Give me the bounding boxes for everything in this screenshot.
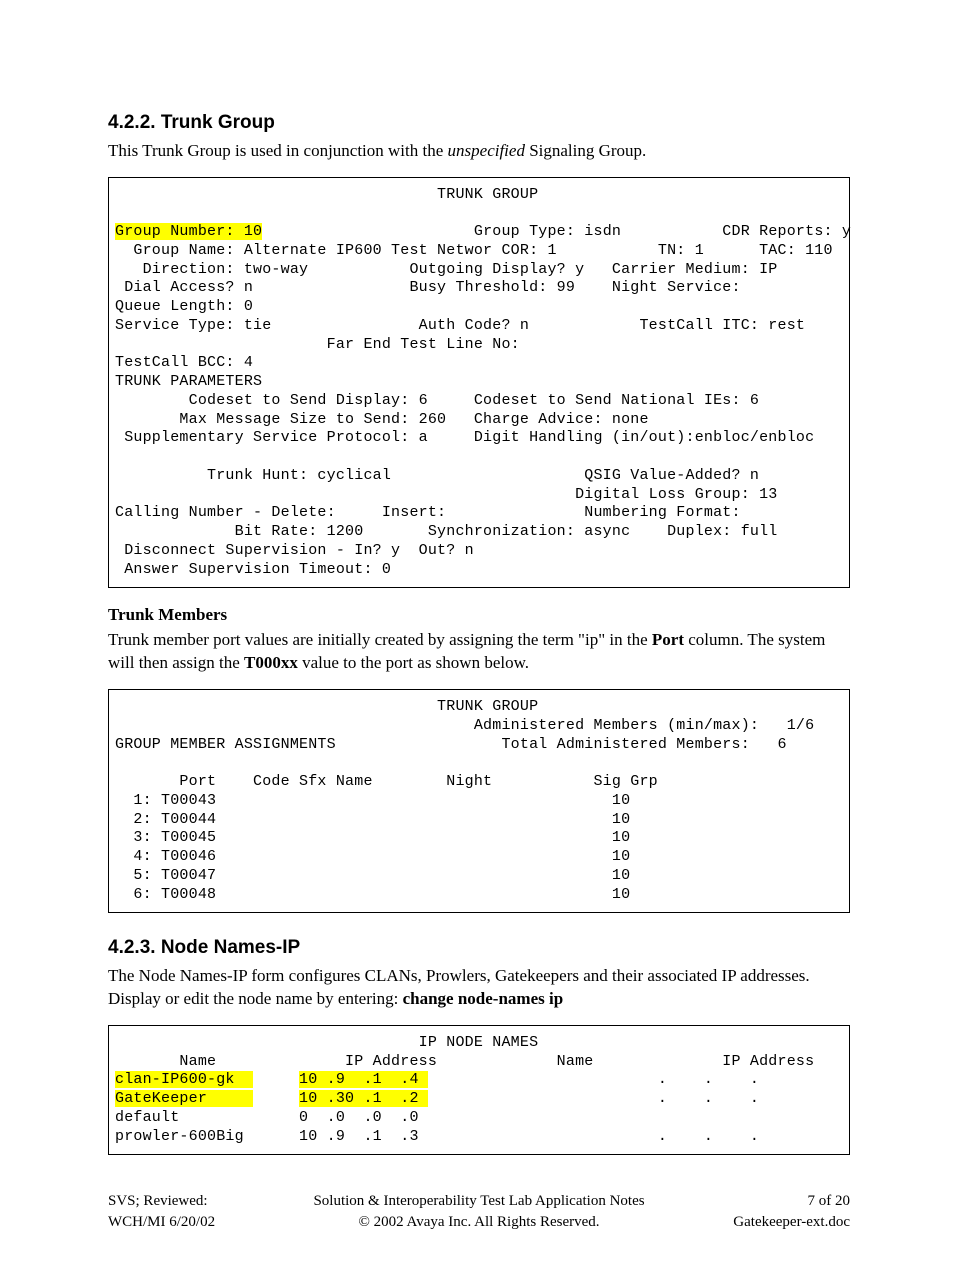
terminal-trunk-group: TRUNK GROUP Group Number: 10 Group Type:…: [108, 177, 850, 589]
node-names-paragraph: The Node Names-IP form configures CLANs,…: [108, 965, 850, 1011]
section-number: 4.2.3.: [108, 937, 156, 958]
tm-text-b-bold: Port: [652, 630, 684, 649]
footer-left-2: WCH/MI 6/20/02: [108, 1214, 215, 1230]
terminal-node-names: IP NODE NAMES Name IP Address Name IP Ad…: [108, 1025, 850, 1156]
footer-left-1: SVS; Reviewed:: [108, 1193, 208, 1209]
footer-right-1: 7 of 20: [808, 1193, 851, 1209]
footer-center-2: © 2002 Avaya Inc. All Rights Reserved.: [358, 1214, 599, 1230]
footer-center-1: Solution & Interoperability Test Lab App…: [313, 1193, 644, 1209]
section-heading-node-names: 4.2.3. Node Names-IP: [108, 935, 850, 961]
footer-left: SVS; Reviewed: WCH/MI 6/20/02: [108, 1191, 278, 1232]
trunk-group-intro: This Trunk Group is used in conjunction …: [108, 140, 850, 163]
footer-right: 7 of 20 Gatekeeper-ext.doc: [680, 1191, 850, 1232]
page-footer: SVS; Reviewed: WCH/MI 6/20/02 Solution &…: [108, 1191, 850, 1232]
tm-text-d-bold: T000xx: [244, 653, 298, 672]
trunk-members-heading: Trunk Members: [108, 604, 850, 627]
section-heading-trunk-group: 4.2.2. Trunk Group: [108, 110, 850, 136]
footer-center: Solution & Interoperability Test Lab App…: [278, 1191, 680, 1232]
term1-title: TRUNK GROUP: [115, 186, 538, 203]
term2-body: TRUNK GROUP Administered Members (min/ma…: [115, 698, 814, 903]
section-title: Trunk Group: [161, 112, 275, 133]
section-title: Node Names-IP: [161, 937, 300, 958]
term1-highlight-group-number: Group Number: 10: [115, 223, 262, 240]
page: 4.2.2. Trunk Group This Trunk Group is u…: [0, 0, 954, 1282]
intro-text-a: This Trunk Group is used in conjunction …: [108, 141, 448, 160]
tm-text-e: value to the port as shown below.: [298, 653, 529, 672]
trunk-members-paragraph: Trunk member port values are initially c…: [108, 629, 850, 675]
term1-body: Group Name: Alternate IP600 Test Networ …: [115, 242, 833, 578]
intro-text-c: Signaling Group.: [525, 141, 646, 160]
tm-text-a: Trunk member port values are initially c…: [108, 630, 652, 649]
section-number: 4.2.2.: [108, 112, 156, 133]
terminal-trunk-members: TRUNK GROUP Administered Members (min/ma…: [108, 689, 850, 913]
nn-text-b-bold: change node-names ip: [403, 989, 564, 1008]
footer-right-2: Gatekeeper-ext.doc: [733, 1214, 850, 1230]
intro-text-b-italic: unspecified: [448, 141, 525, 160]
term1-rest-group-number: Group Type: isdn CDR Reports: y: [262, 223, 851, 240]
